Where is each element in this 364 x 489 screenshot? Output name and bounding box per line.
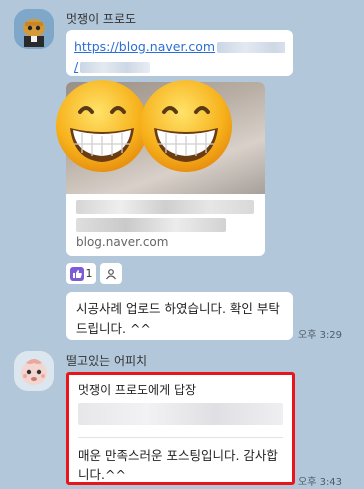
person-icon	[106, 268, 116, 279]
reply-header: 멋쟁이 프로도에게 답장	[78, 383, 197, 397]
grinning-emoji-icon	[140, 80, 232, 172]
message-time: 오후 3:29	[298, 330, 343, 341]
link-url-line2[interactable]: /	[74, 57, 285, 77]
message-bubble[interactable]: 시공사례 업로드 하였습니다. 확인 부탁드립니다. ^^	[66, 292, 293, 340]
sender-name: 떨고있는 어피치	[66, 354, 148, 368]
reply-divider	[78, 437, 283, 438]
avatar-frodo[interactable]	[14, 9, 54, 49]
quoted-text-redacted	[78, 403, 283, 425]
reaction-count: 1	[85, 267, 93, 280]
preview-desc-redacted	[76, 218, 226, 232]
avatar-apeach[interactable]	[14, 351, 54, 391]
preview-title-redacted	[76, 200, 254, 214]
grinning-emoji-icon	[56, 80, 148, 172]
reply-text: 매운 만족스러운 포스팅입니다. 감사합니다.^^	[78, 448, 278, 482]
preview-domain: blog.naver.com	[76, 235, 169, 249]
reply-message-bubble[interactable]: 멋쟁이 프로도에게 답장 매운 만족스러운 포스팅입니다. 감사합니다.^^	[66, 372, 295, 485]
add-reaction-button[interactable]	[100, 263, 122, 284]
link-bubble[interactable]: https://blog.naver.com /	[66, 30, 293, 76]
sender-name: 멋쟁이 프로도	[66, 12, 137, 26]
thumbs-up-icon	[69, 266, 84, 281]
message-text: 시공사례 업로드 하였습니다. 확인 부탁드립니다. ^^	[76, 301, 280, 336]
message-time: 오후 3:43	[298, 477, 343, 488]
reaction-like-button[interactable]: 1	[66, 263, 96, 284]
link-url[interactable]: https://blog.naver.com	[74, 37, 285, 57]
